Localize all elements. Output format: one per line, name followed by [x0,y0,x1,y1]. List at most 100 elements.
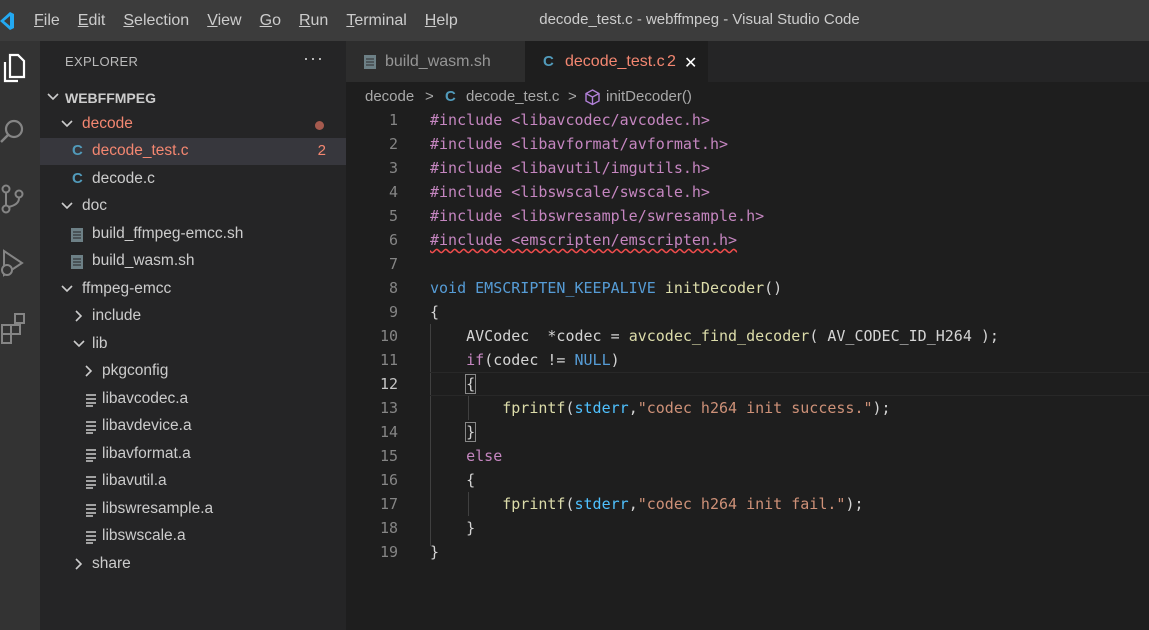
tree-item-libswresample-a[interactable]: libswresample.a [40,496,346,523]
explorer-sidebar: EXPLORER ··· WEBFFMPEG decode C decode_t… [40,41,346,630]
files-icon[interactable] [0,49,30,85]
tree-item-label: libavformat.a [102,445,191,462]
code-text: } [430,543,440,561]
window-title: decode_test.c - webffmpeg - Visual Studi… [539,11,860,28]
code-text: fprintf(stderr,"codec h264 init fail."); [502,495,864,513]
close-icon[interactable]: ✕ [684,53,697,73]
chevron-right-icon [75,310,83,322]
shell-file-icon [364,55,376,69]
tree-item-label: libavcodec.a [102,390,189,407]
code-text: #include <libswresample/swresample.h> [430,207,765,225]
breadcrumb-file[interactable]: decode_test.c [466,88,559,105]
tree-item-lib[interactable]: lib [40,331,346,358]
code-line: 14 } [346,420,1149,444]
tree-item-label: libswscale.a [102,527,186,544]
code-text: } [430,422,477,442]
lib-file-icon [86,421,96,434]
bracket-match: } [465,422,477,442]
tree-item-build-ffmpeg-emcc-sh[interactable]: build_ffmpeg-emcc.sh [40,221,346,248]
code-text: #include <emscripten/emscripten.h> [430,231,737,249]
code-text: AVCodec *codec = avcodec_find_decoder( A… [430,327,999,345]
tree-item-libavformat-a[interactable]: libavformat.a [40,441,346,468]
tree-item-pkgconfig[interactable]: pkgconfig [40,358,346,385]
error-squiggle: #include <emscripten/emscripten.h> [430,231,738,249]
code-text: void EMSCRIPTEN_KEEPALIVE initDecoder() [430,279,783,297]
breadcrumb-folder[interactable]: decode [365,88,414,105]
tab-decode-test-c[interactable]: C decode_test.c 2 ✕ [525,41,708,82]
tab-label: build_wasm.sh [385,53,491,70]
line-number: 3 [388,159,398,177]
tree-item-ffmpeg-emcc[interactable]: ffmpeg-emcc [40,276,346,303]
lib-file-icon [86,394,96,407]
tree-root-webffmpeg[interactable]: WEBFFMPEG [40,84,346,111]
tab-build-wasm-sh[interactable]: build_wasm.sh [346,41,525,82]
code-text: #include <libavcodec/avcodec.h> [430,111,710,129]
tree-item-label: libavdevice.a [102,417,192,434]
code-line: 19} [346,540,1149,564]
line-number: 4 [388,183,398,201]
code-text: #include <libswscale/swscale.h> [430,183,710,201]
tree-item-label: build_ffmpeg-emcc.sh [92,225,244,242]
code-line: 16 { [346,468,1149,492]
line-number: 8 [388,279,398,297]
code-text: { [430,374,477,394]
code-line: 13 fprintf(stderr,"codec h264 init succe… [346,396,1149,420]
more-actions-button[interactable]: ··· [303,48,324,69]
code-text: else [466,447,503,465]
code-line: 3 #include <libavutil/imgutils.h> [346,156,1149,180]
tree-item-decode-c[interactable]: C decode.c [40,166,346,193]
tree-item-label: libavutil.a [102,472,167,489]
shell-file-icon [71,228,83,242]
c-file-icon: C [445,88,456,105]
tree-item-libavutil-a[interactable]: libavutil.a [40,468,346,495]
tab-label: decode_test.c [565,53,665,70]
code-line: 17 fprintf(stderr,"codec h264 init fail.… [346,492,1149,516]
tree-item-decode-test-c[interactable]: C decode_test.c 2 [40,138,346,165]
tree-item-libswscale-a[interactable]: libswscale.a [40,523,346,550]
line-number: 17 [379,495,398,513]
activity-bar [0,41,40,630]
shell-file-icon [71,255,83,269]
code-line: 2 #include <libavformat/avformat.h> [346,132,1149,156]
tree-item-label: decode [82,115,133,132]
tree-item-doc[interactable]: doc [40,193,346,220]
code-text: { [430,471,476,489]
source-control-icon[interactable] [0,181,30,217]
chevron-down-icon [61,285,73,293]
current-line-highlight [430,372,1149,396]
code-line: 4 #include <libswscale/swscale.h> [346,180,1149,204]
run-debug-icon[interactable] [0,245,30,281]
tree-item-libavcodec-a[interactable]: libavcodec.a [40,386,346,413]
line-number: 18 [379,519,398,537]
tree-item-include[interactable]: include [40,303,346,330]
title-bar: File Edit Selection View Go Run Terminal… [0,0,1149,41]
editor-tabs: build_wasm.sh C decode_test.c 2 ✕ [346,41,1149,82]
tree-item-build-wasm-sh[interactable]: build_wasm.sh [40,248,346,275]
problem-count-badge: 2 [317,142,326,159]
tree-item-label: share [92,555,131,572]
code-line: 15 else [346,444,1149,468]
search-icon[interactable] [0,113,30,149]
line-number: 10 [379,327,398,345]
code-line: 7 [346,252,1149,276]
c-file-icon: C [72,142,83,159]
tree-item-libavdevice-a[interactable]: libavdevice.a [40,413,346,440]
tree-item-decode[interactable]: decode [40,111,346,138]
line-number: 15 [379,447,398,465]
line-number: 2 [388,135,398,153]
modified-dot-icon [315,121,324,130]
line-number: 11 [379,351,398,369]
tree-item-share[interactable]: share [40,551,346,578]
tree-root-label: WEBFFMPEG [65,90,156,106]
c-file-icon: C [543,53,554,70]
tree-item-label: decode.c [92,170,155,187]
line-number: 16 [379,471,398,489]
code-text: } [430,519,476,537]
explorer-header: EXPLORER [65,54,139,69]
chevron-down-icon [61,202,73,210]
chevron-down-icon [73,340,85,348]
breadcrumb-symbol[interactable]: initDecoder() [606,88,692,105]
line-number: 9 [388,303,398,321]
code-editor[interactable]: 1 #include <libavcodec/avcodec.h> 2 #inclu… [346,108,1149,630]
extensions-icon[interactable] [0,311,30,347]
